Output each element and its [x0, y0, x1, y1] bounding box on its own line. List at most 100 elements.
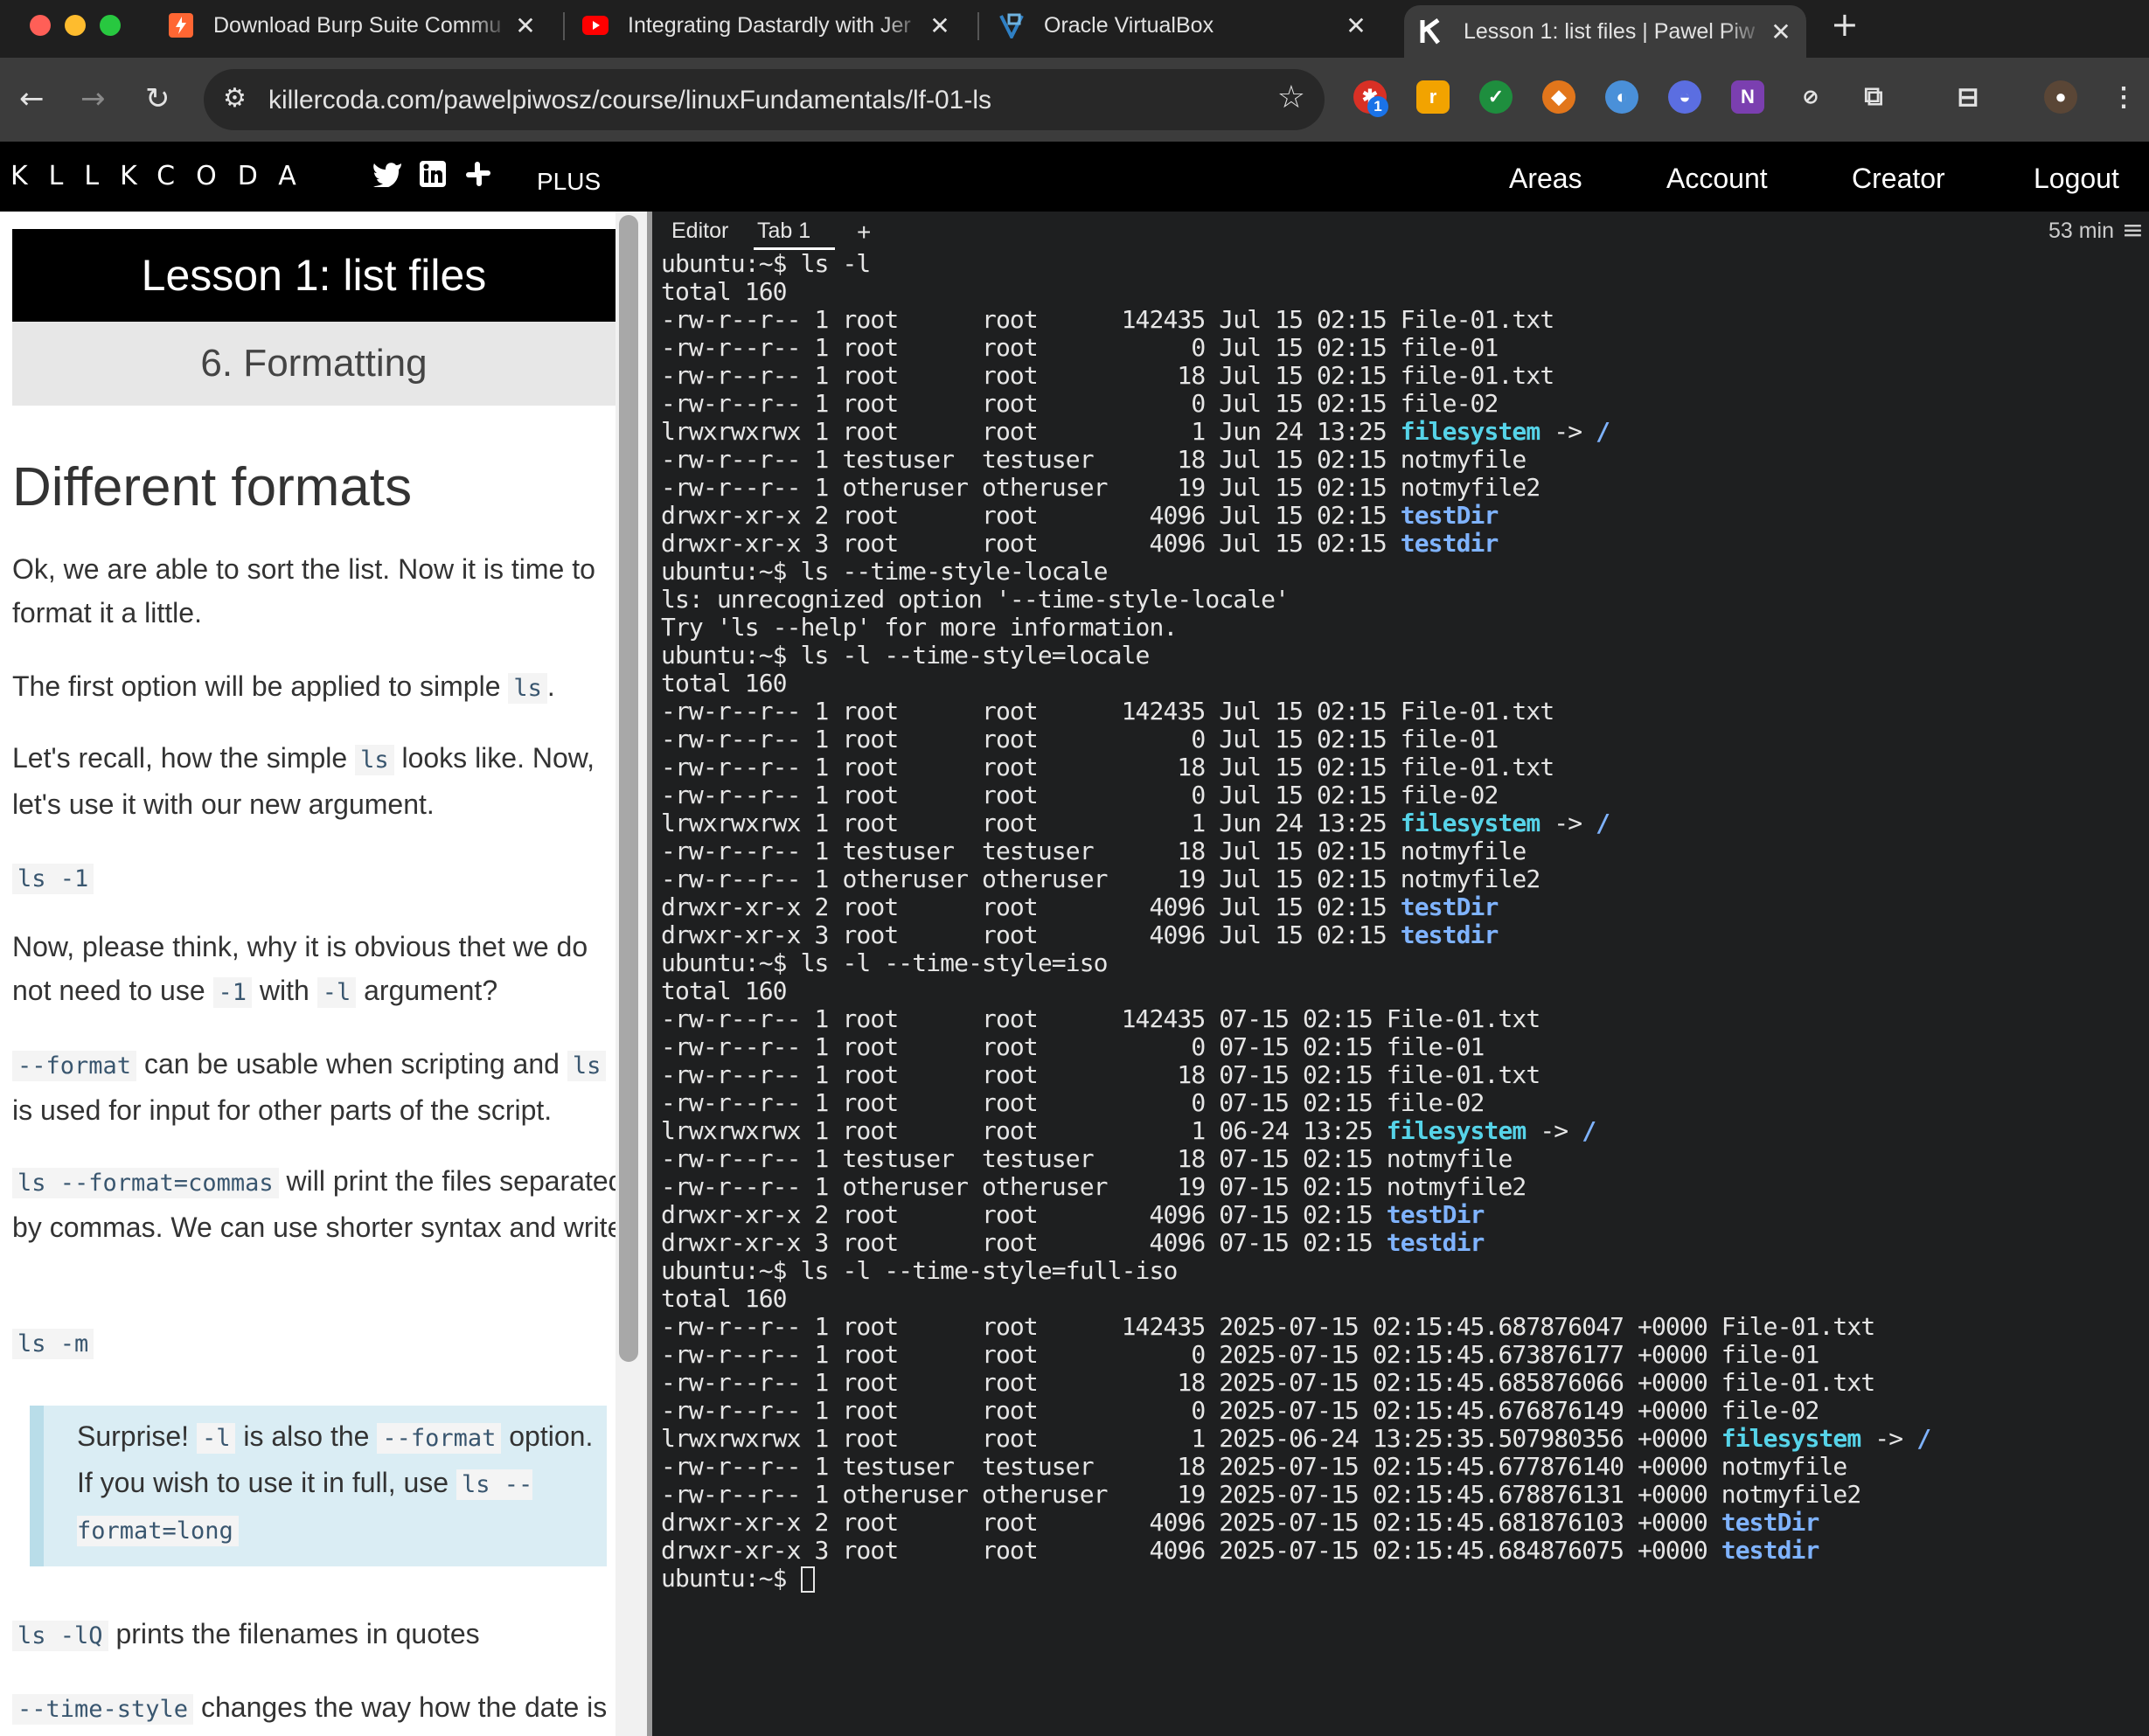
slack-icon[interactable]	[465, 161, 491, 194]
terminal-line: -rw-r--r-- 1 root root 0 Jul 15 02:15 fi…	[661, 726, 2147, 753]
paragraph: ls --format=commas will print the files …	[12, 1165, 624, 1243]
extension-shield-icon[interactable]: ◒	[1668, 80, 1701, 114]
extension-r-icon[interactable]: r	[1416, 80, 1450, 114]
lesson-scrollbar-thumb[interactable]	[619, 215, 638, 1362]
close-tab-icon[interactable]: ✕	[1343, 11, 1369, 40]
extension-crossed-icon[interactable]: ⊘	[1794, 80, 1827, 114]
inline-code: ls	[567, 1051, 607, 1081]
extension-badge: 1	[1367, 96, 1388, 117]
browser-menu-icon[interactable]: ⋮	[2107, 80, 2140, 114]
metamask-fox-icon[interactable]: ◆	[1542, 80, 1575, 114]
code-snippet[interactable]: ls -1	[12, 855, 624, 901]
terminal-line: ubuntu:~$ ls -l	[661, 250, 2147, 278]
directory-name: /	[1916, 1424, 1931, 1453]
url-text[interactable]: killercoda.com/pawelpiwosz/course/linuxF…	[268, 86, 991, 115]
profile-avatar[interactable]: ●	[2044, 80, 2077, 114]
onenote-icon[interactable]: N	[1731, 80, 1764, 114]
extension-red-icon[interactable]: ✱ 1	[1353, 80, 1388, 117]
bookmark-star-icon[interactable]: ☆	[1277, 80, 1305, 115]
terminal-output[interactable]: ubuntu:~$ ls -l total 160 -rw-r--r-- 1 roo…	[661, 250, 2147, 1736]
back-icon[interactable]: ←	[19, 84, 45, 114]
tab-editor[interactable]: Editor	[671, 219, 728, 244]
terminal-line: ls: unrecognized option '--time-style-lo…	[661, 586, 2147, 614]
symlink-name: filesystem	[1386, 1116, 1527, 1145]
terminal-line: Try 'ls --help' for more information.	[661, 614, 2147, 642]
terminal-text: -rw-r--r-- 1 testuser testuser 18 2025-0…	[661, 1452, 1847, 1481]
browser-tab-virtualbox[interactable]: Oracle VirtualBox ✕	[986, 0, 1381, 51]
panel-resize-handle[interactable]	[647, 212, 652, 1736]
close-tab-icon[interactable]: ✕	[1768, 17, 1794, 46]
terminal-text: -rw-r--r-- 1 otheruser otheruser 19 2025…	[661, 1480, 1861, 1509]
nav-logout[interactable]: Logout	[2034, 163, 2119, 195]
minimize-window-button[interactable]	[65, 15, 86, 36]
add-tab-button[interactable]: +	[857, 219, 871, 247]
tab-title: Download Burp Suite Commu	[213, 12, 502, 38]
terminal-text: -rw-r--r-- 1 root root 18 2025-07-15 02:…	[661, 1368, 1875, 1397]
extension-check-icon[interactable]: ✓	[1479, 80, 1513, 114]
hamburger-menu-icon[interactable]: ≡	[2122, 215, 2144, 246]
browser-tab-killercoda[interactable]: Lesson 1: list files | Pawel Piw ✕	[1404, 5, 1806, 58]
plus-link[interactable]: PLUS	[537, 168, 601, 196]
terminal-line: -rw-r--r-- 1 root root 18 Jul 15 02:15 f…	[661, 362, 2147, 390]
inline-code: ls	[508, 673, 547, 704]
nav-account[interactable]: Account	[1666, 163, 1768, 195]
terminal-text: drwxr-xr-x 2 root root 4096 Jul 15 02:15	[661, 892, 1401, 921]
maximize-window-button[interactable]	[100, 15, 121, 36]
tab-title: Oracle VirtualBox	[1044, 12, 1214, 38]
terminal-line: -rw-r--r-- 1 testuser testuser 18 07-15 …	[661, 1145, 2147, 1173]
callout-text: Surprise! -l is also the --format option…	[77, 1420, 594, 1546]
new-tab-button[interactable]: +	[1831, 5, 1859, 44]
terminal-text: -rw-r--r-- 1 root root 0 Jul 15 02:15 fi…	[661, 725, 1499, 753]
terminal-line: -rw-r--r-- 1 testuser testuser 18 2025-0…	[661, 1453, 2147, 1481]
terminal-line: drwxr-xr-x 3 root root 4096 2025-07-15 0…	[661, 1537, 2147, 1565]
close-tab-icon[interactable]: ✕	[927, 11, 953, 40]
code-snippet[interactable]: ls -m	[12, 1320, 624, 1366]
inline-code: ls -lQ	[12, 1621, 108, 1651]
terminal-line: ubuntu:~$ ls -l --time-style=iso	[661, 949, 2147, 977]
inline-code: -l	[196, 1423, 236, 1454]
paragraph: ls -lQ prints the filenames in quotes	[12, 1612, 624, 1658]
terminal-line: lrwxrwxrwx 1 root root 1 Jun 24 13:25 fi…	[661, 418, 2147, 446]
terminal-text: -rw-r--r-- 1 testuser testuser 18 Jul 15…	[661, 445, 1527, 474]
killercoda-logo[interactable]: KLLKCODA	[10, 161, 317, 191]
browser-toolbar: ← → ↻ ⚙ killercoda.com/pawelpiwosz/cours…	[0, 58, 2149, 142]
browser-tab-youtube[interactable]: Integrating Dastardly with Jer ✕	[572, 0, 965, 51]
reload-icon[interactable]: ↻	[145, 84, 170, 114]
tab-search-icon[interactable]: ⊟	[1951, 80, 1985, 114]
inline-code: ls --format=commas	[12, 1168, 279, 1198]
terminal-text: drwxr-xr-x 2 root root 4096 07-15 02:15	[661, 1200, 1387, 1229]
extensions-puzzle-icon[interactable]: ⧉	[1857, 80, 1890, 114]
close-window-button[interactable]	[30, 15, 51, 36]
terminal-text: -rw-r--r-- 1 root root 18 07-15 02:15 fi…	[661, 1060, 1540, 1089]
forward-icon[interactable]: →	[80, 84, 106, 114]
extension-headset-icon[interactable]: ◐	[1605, 80, 1638, 114]
lesson-panel: Lesson 1: list files 6. Formatting Diffe…	[0, 212, 647, 1736]
tab-title: Integrating Dastardly with Jer	[628, 12, 911, 38]
linkedin-icon[interactable]	[420, 161, 446, 194]
site-settings-icon[interactable]: ⚙	[223, 83, 247, 114]
terminal-line: -rw-r--r-- 1 root root 18 Jul 15 02:15 f…	[661, 753, 2147, 781]
paragraph: --format can be usable when scripting an…	[12, 1042, 624, 1132]
terminal-text: ubuntu:~$ ls -l --time-style=full-iso	[661, 1256, 1178, 1285]
terminal-text: drwxr-xr-x 3 root root 4096 07-15 02:15	[661, 1228, 1387, 1257]
directory-name: testDir	[1400, 892, 1499, 921]
close-tab-icon[interactable]: ✕	[512, 11, 539, 40]
terminal-line: -rw-r--r-- 1 root root 142435 07-15 02:1…	[661, 1005, 2147, 1033]
terminal-line: ubuntu:~$ ls -l --time-style=full-iso	[661, 1257, 2147, 1285]
nav-areas[interactable]: Areas	[1509, 163, 1582, 195]
terminal-line: ubuntu:~$ ls --time-style-locale	[661, 558, 2147, 586]
terminal-text: -rw-r--r-- 1 root root 18 Jul 15 02:15 f…	[661, 753, 1554, 781]
tab-terminal-1[interactable]: Tab 1	[754, 219, 836, 250]
terminal-line: lrwxrwxrwx 1 root root 1 Jun 24 13:25 fi…	[661, 809, 2147, 837]
address-bar[interactable]: ⚙ killercoda.com/pawelpiwosz/course/linu…	[204, 69, 1325, 130]
nav-creator[interactable]: Creator	[1852, 163, 1945, 195]
browser-tab-burp[interactable]: Download Burp Suite Commu ✕	[157, 0, 551, 51]
terminal-line: -rw-r--r-- 1 root root 0 2025-07-15 02:1…	[661, 1341, 2147, 1369]
terminal-text: -rw-r--r-- 1 root root 0 Jul 15 02:15 fi…	[661, 333, 1499, 362]
terminal-line: -rw-r--r-- 1 root root 142435 Jul 15 02:…	[661, 306, 2147, 334]
terminal-prompt-line[interactable]: ubuntu:~$	[661, 1565, 2147, 1593]
terminal-text: -rw-r--r-- 1 testuser testuser 18 07-15 …	[661, 1144, 1513, 1173]
inline-code: --time-style	[12, 1694, 194, 1725]
twitter-icon[interactable]	[372, 161, 402, 194]
terminal-line: -rw-r--r-- 1 otheruser otheruser 19 Jul …	[661, 865, 2147, 893]
